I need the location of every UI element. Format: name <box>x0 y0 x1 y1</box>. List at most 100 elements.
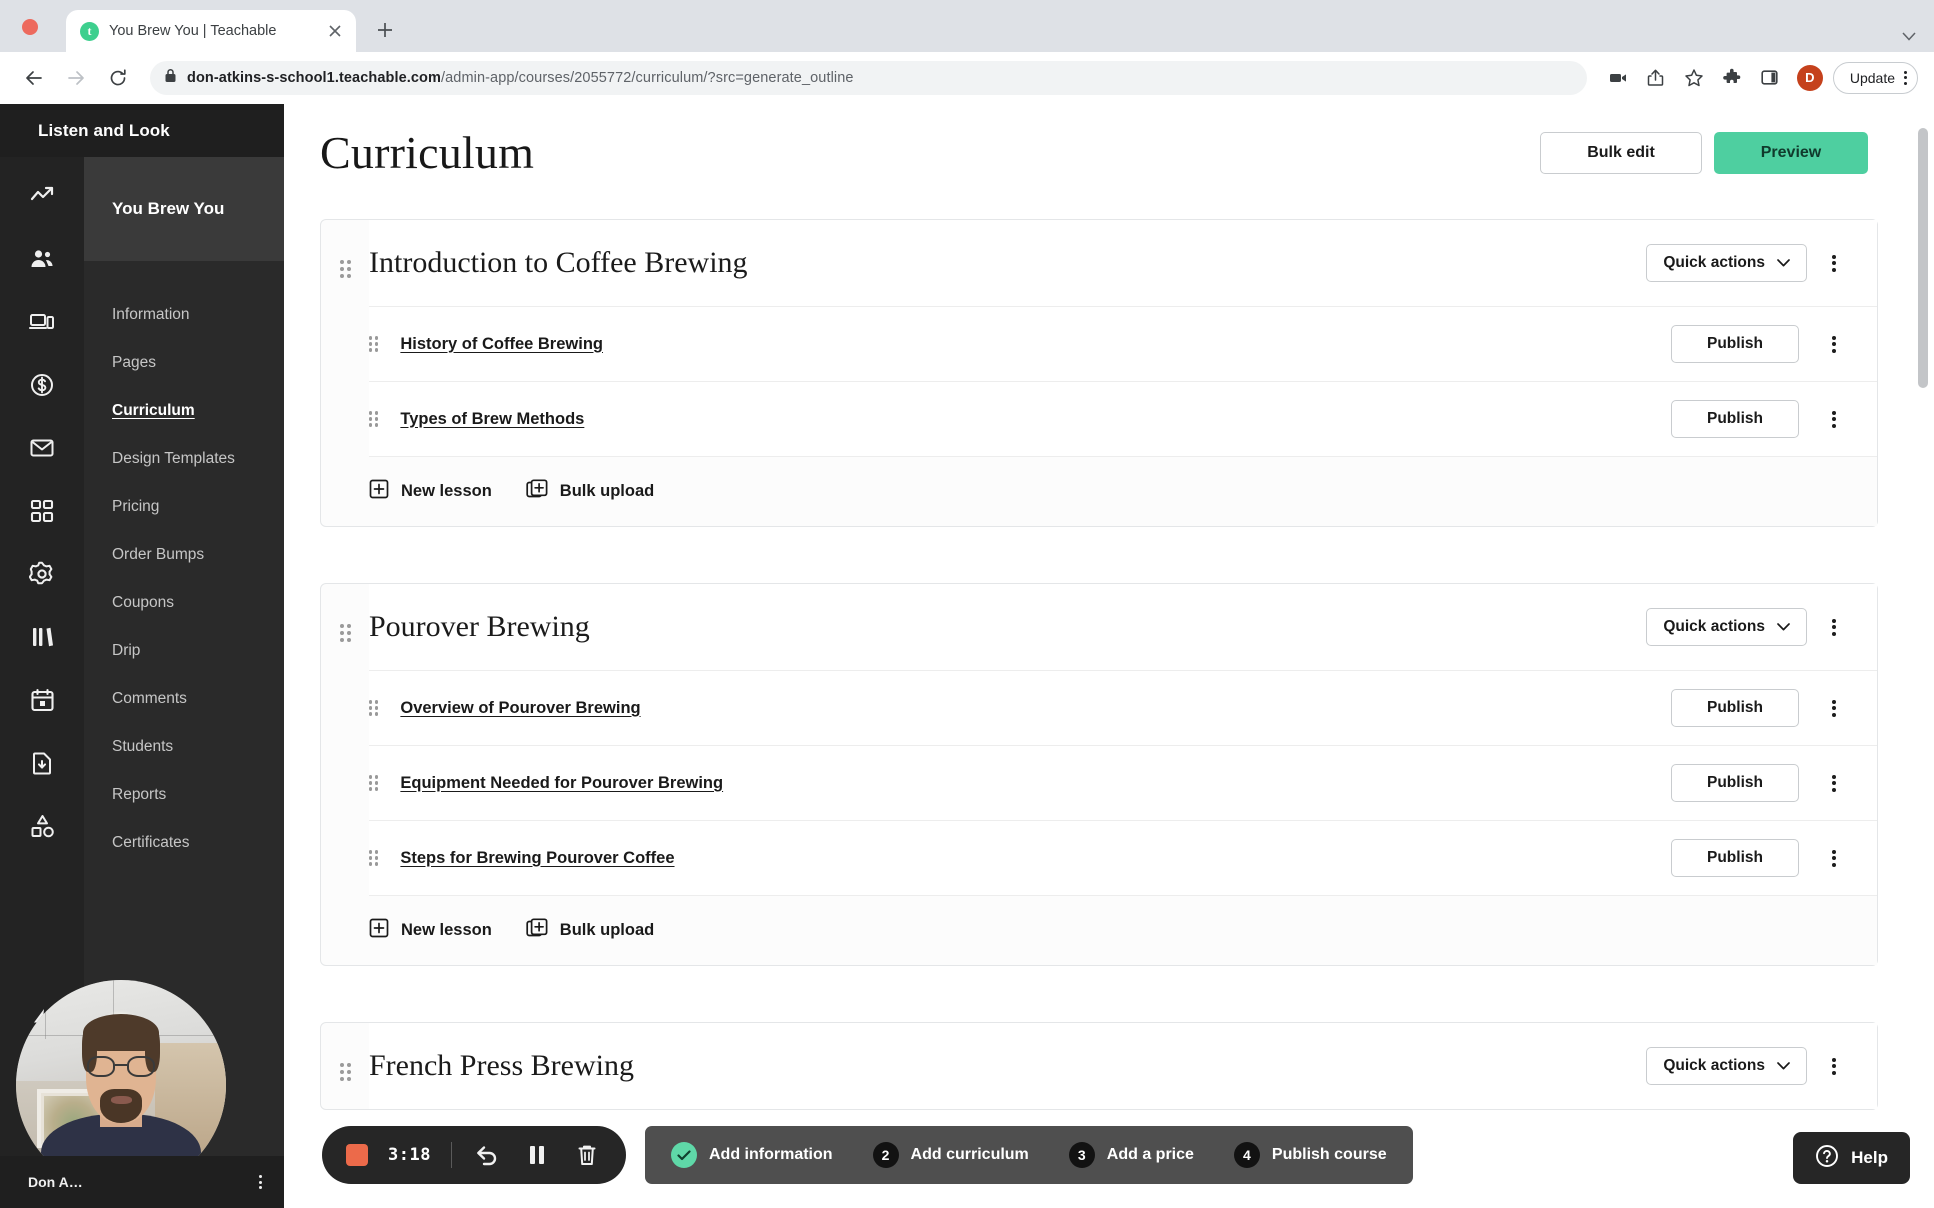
analytics-icon[interactable] <box>25 179 59 213</box>
shapes-icon[interactable] <box>25 809 59 843</box>
lesson-drag-handle[interactable] <box>369 336 379 352</box>
sidebar-item-pages[interactable]: Pages <box>84 339 284 387</box>
lesson-drag-handle[interactable] <box>369 775 379 791</box>
publish-button[interactable]: Publish <box>1671 400 1799 438</box>
share-icon[interactable] <box>1639 61 1673 95</box>
side-panel-icon[interactable] <box>1753 61 1787 95</box>
step-publish-course[interactable]: 4 Publish course <box>1233 1142 1387 1168</box>
video-camera-icon[interactable] <box>1601 61 1635 95</box>
library-icon[interactable] <box>25 620 59 654</box>
lesson-drag-handle[interactable] <box>369 850 379 866</box>
undo-icon[interactable] <box>472 1140 502 1170</box>
section-title: Introduction to Coffee Brewing <box>369 246 748 279</box>
trash-icon[interactable] <box>572 1140 602 1170</box>
quick-actions-button[interactable]: Quick actions <box>1646 1047 1807 1085</box>
section-drag-handle[interactable] <box>321 1023 369 1109</box>
vertical-scrollbar[interactable] <box>1918 112 1928 1200</box>
new-lesson-button[interactable]: New lesson <box>369 479 492 504</box>
sidebar-item-design-templates[interactable]: Design Templates <box>84 435 284 483</box>
section-more-menu-icon[interactable] <box>1821 1047 1847 1085</box>
curriculum-panel: Curriculum Bulk edit Preview Introductio… <box>284 104 1934 1208</box>
lesson-more-menu-icon[interactable] <box>1821 839 1847 877</box>
section-more-menu-icon[interactable] <box>1821 244 1847 282</box>
lesson-more-menu-icon[interactable] <box>1821 689 1847 727</box>
bulk-edit-button[interactable]: Bulk edit <box>1540 131 1702 174</box>
address-bar[interactable]: don-atkins-s-school1.teachable.com/admin… <box>150 60 1587 95</box>
recording-timer: 3:18 <box>388 1145 431 1165</box>
publish-button[interactable]: Publish <box>1671 839 1799 877</box>
chevron-down-icon <box>1777 618 1790 636</box>
lesson-drag-handle[interactable] <box>369 700 379 716</box>
sidebar-item-information[interactable]: Information <box>84 291 284 339</box>
help-button[interactable]: Help <box>1793 1132 1910 1184</box>
user-menu-icon[interactable] <box>259 1175 262 1189</box>
dollar-icon[interactable] <box>25 368 59 402</box>
lesson-title[interactable]: Steps for Brewing Pourover Coffee <box>400 849 1649 868</box>
pause-icon[interactable] <box>522 1140 552 1170</box>
star-icon[interactable] <box>1677 61 1711 95</box>
lesson-more-menu-icon[interactable] <box>1821 325 1847 363</box>
back-icon[interactable] <box>16 60 52 96</box>
section-drag-handle[interactable] <box>321 220 369 526</box>
onboarding-steps-bar: Add information 2 Add curriculum 3 Add a… <box>645 1126 1413 1184</box>
publish-button[interactable]: Publish <box>1671 764 1799 802</box>
calendar-icon[interactable] <box>25 683 59 717</box>
preview-button[interactable]: Preview <box>1714 131 1868 174</box>
app-sidebar: Listen and Look You Brew You Information… <box>0 104 284 1208</box>
course-name[interactable]: You Brew You <box>84 157 284 261</box>
profile-avatar[interactable]: D <box>1796 64 1823 91</box>
mail-icon[interactable] <box>25 431 59 465</box>
sidebar-item-drip[interactable]: Drip <box>84 627 284 675</box>
stop-square-icon[interactable] <box>346 1144 368 1166</box>
sidebar-item-order-bumps[interactable]: Order Bumps <box>84 531 284 579</box>
browser-menu-icon[interactable] <box>1904 70 1907 85</box>
users-icon[interactable] <box>25 242 59 276</box>
sidebar-item-reports[interactable]: Reports <box>84 771 284 819</box>
step-add-a-price[interactable]: 3 Add a price <box>1068 1142 1194 1168</box>
browser-tab[interactable]: t You Brew You | Teachable <box>66 10 356 52</box>
publish-button[interactable]: Publish <box>1671 689 1799 727</box>
gear-icon[interactable] <box>25 557 59 591</box>
new-tab-button[interactable] <box>368 13 402 47</box>
quick-actions-label: Quick actions <box>1663 1057 1765 1074</box>
sidebar-item-coupons[interactable]: Coupons <box>84 579 284 627</box>
close-icon[interactable] <box>324 20 346 42</box>
drag-dots-icon <box>339 260 351 526</box>
sidebar-item-curriculum[interactable]: Curriculum <box>84 387 284 435</box>
forward-icon[interactable] <box>58 60 94 96</box>
sidebar-item-students[interactable]: Students <box>84 723 284 771</box>
lesson-more-menu-icon[interactable] <box>1821 764 1847 802</box>
step-add-curriculum[interactable]: 2 Add curriculum <box>872 1142 1029 1168</box>
update-button[interactable]: Update <box>1832 61 1918 94</box>
apps-grid-icon[interactable] <box>25 494 59 528</box>
window-close-button[interactable] <box>22 19 38 35</box>
lesson-title[interactable]: History of Coffee Brewing <box>400 335 1649 354</box>
lesson-more-menu-icon[interactable] <box>1821 400 1847 438</box>
lesson-drag-handle[interactable] <box>369 411 379 427</box>
devices-icon[interactable] <box>25 305 59 339</box>
extensions-icon[interactable] <box>1715 61 1749 95</box>
quick-actions-button[interactable]: Quick actions <box>1646 608 1807 646</box>
section-more-menu-icon[interactable] <box>1821 608 1847 646</box>
bulk-upload-button[interactable]: Bulk upload <box>526 918 654 943</box>
sidebar-item-pricing[interactable]: Pricing <box>84 483 284 531</box>
lesson-title[interactable]: Types of Brew Methods <box>400 410 1649 429</box>
lesson-title[interactable]: Equipment Needed for Pourover Brewing <box>400 774 1649 793</box>
tab-title: You Brew You | Teachable <box>109 23 277 39</box>
step-add-information[interactable]: Add information <box>671 1142 833 1168</box>
scrollbar-thumb[interactable] <box>1918 128 1928 388</box>
new-lesson-button[interactable]: New lesson <box>369 918 492 943</box>
sidebar-item-comments[interactable]: Comments <box>84 675 284 723</box>
bulk-upload-button[interactable]: Bulk upload <box>526 479 654 504</box>
lesson-title[interactable]: Overview of Pourover Brewing <box>400 699 1649 718</box>
reload-icon[interactable] <box>100 60 136 96</box>
file-download-icon[interactable] <box>25 746 59 780</box>
quick-actions-button[interactable]: Quick actions <box>1646 244 1807 282</box>
sidebar-item-certificates[interactable]: Certificates <box>84 819 284 867</box>
section-header: Pourover Brewing Quick actions <box>369 584 1877 670</box>
tab-list-chevron-icon[interactable] <box>1902 26 1916 46</box>
school-name: Listen and Look <box>0 104 284 157</box>
section-drag-handle[interactable] <box>321 584 369 965</box>
publish-button[interactable]: Publish <box>1671 325 1799 363</box>
section-body: Pourover Brewing Quick actions Overview … <box>369 584 1877 965</box>
